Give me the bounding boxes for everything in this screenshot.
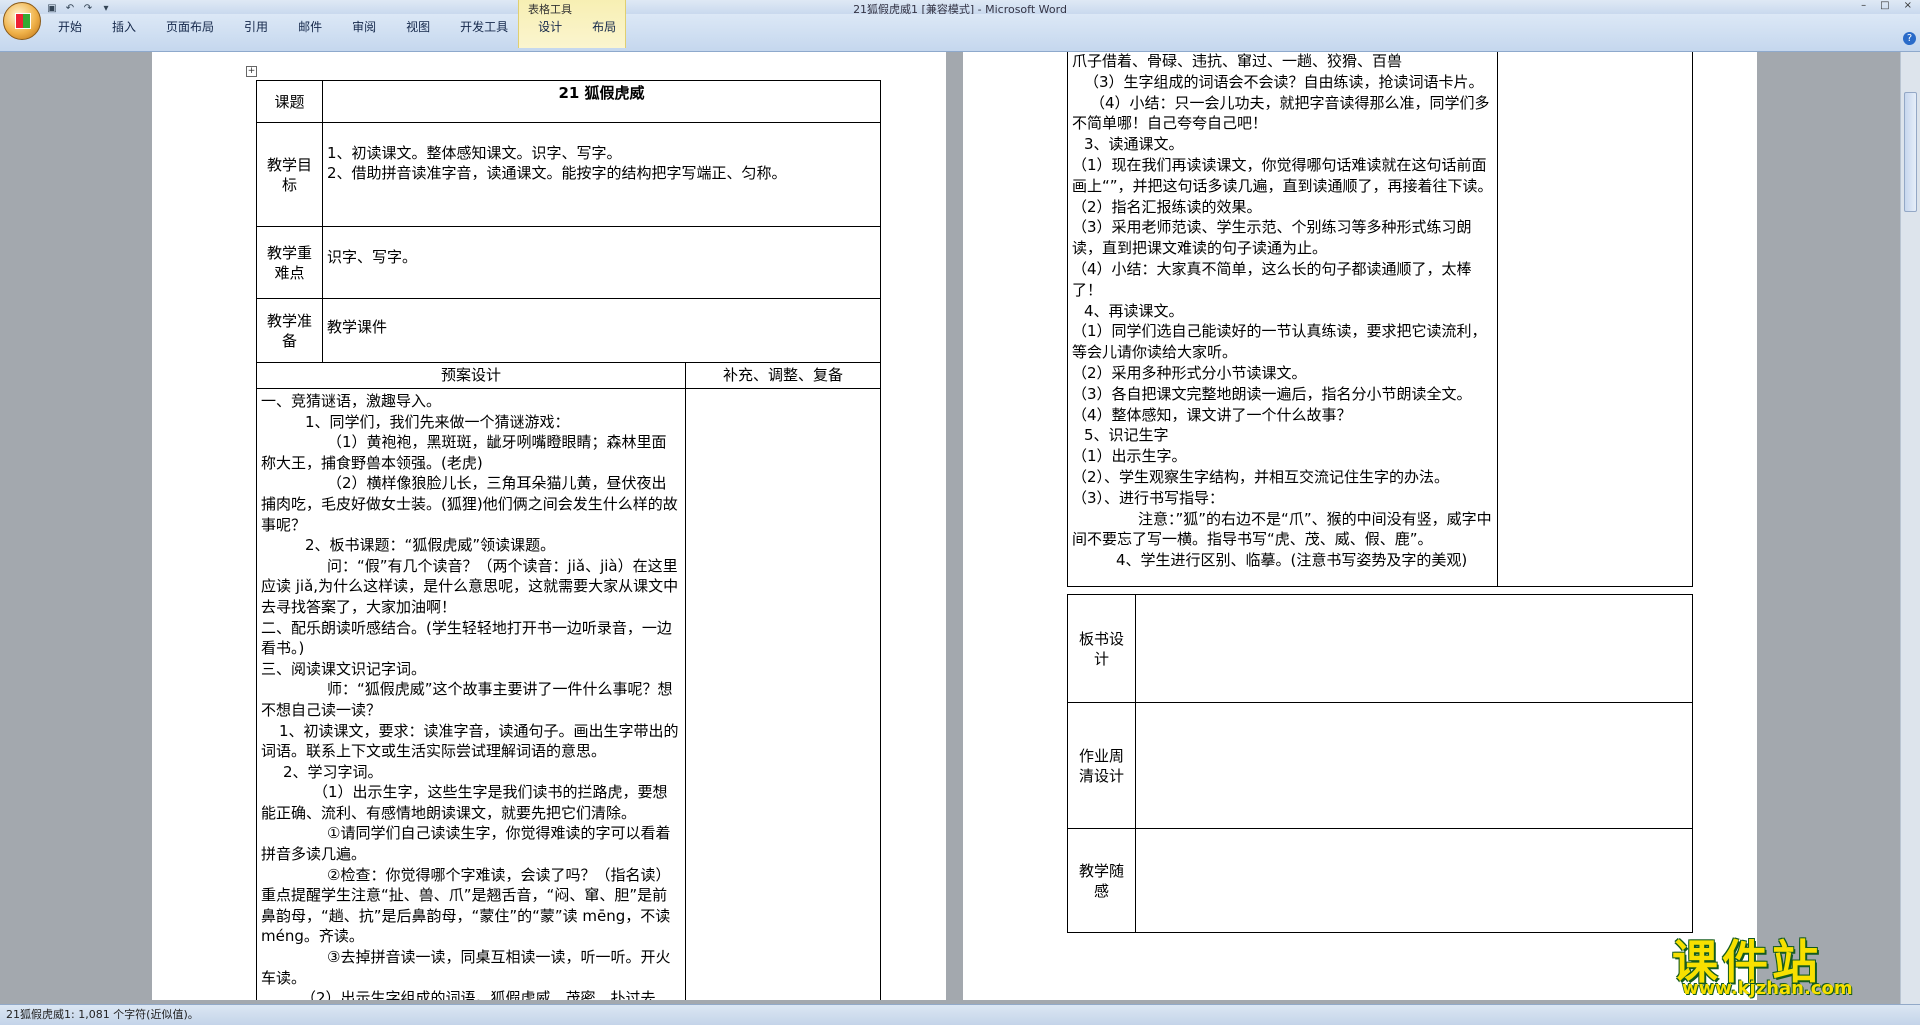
body-paragraph: ②检查：你觉得哪个字难读，会读了吗？（指名读）重点提醒学生注意“扯、兽、爪”是翘…	[261, 865, 671, 946]
footer-table: 板书设计 作业周清设计 教学随感	[1067, 594, 1693, 933]
close-button[interactable]: ×	[1904, 0, 1912, 11]
body-paragraph: 问：“假”有几个读音？（两个读音：jiǎ、jià）在这里应读 jiǎ,为什么这样…	[261, 556, 679, 616]
key-value: 识字、写字。	[321, 226, 882, 299]
office-logo-icon	[15, 13, 31, 29]
homework-cell	[1135, 702, 1693, 829]
vertical-scrollbar[interactable]	[1900, 52, 1920, 1004]
body-paragraph: （1）出示生字，这些生字是我们读书的拦路虎，要想能正确、流利、有感情地朗读课文，…	[261, 783, 668, 822]
undo-icon[interactable]: ↶	[64, 3, 76, 14]
body-paragraph: 2、学习字词。	[283, 762, 383, 781]
goal-cell: 1、初读课文。整体感知课文。识字、写字。 2、借助拼音读准字音，读通课文。能按字…	[321, 122, 882, 227]
board-cell	[1135, 594, 1693, 703]
tab-review[interactable]: 审阅	[352, 16, 376, 38]
body-paragraph: （4）小结：只一会儿功夫，就把字音读得那么准，同学们多不简单哪！自己夸夸自己吧！	[1072, 93, 1490, 133]
body-paragraph: （4）整体感知，课文讲了一个什么故事？	[1072, 405, 1352, 424]
body-paragraph: 4、学生进行区别、临摹。(注意书写姿势及字的美观)	[1116, 551, 1468, 570]
status-bar: 21狐假虎威1: 1,081 个字符(近似值)。	[0, 1004, 1920, 1025]
word-count-status[interactable]: 21狐假虎威1: 1,081 个字符(近似值)。	[6, 1008, 199, 1021]
window-controls: – □ ×	[1861, 0, 1912, 11]
body-paragraph: 一、竞猜谜语，激趣导入。	[261, 392, 442, 410]
minimize-button[interactable]: –	[1861, 0, 1866, 11]
tab-developer[interactable]: 开发工具	[460, 16, 508, 38]
tab-insert[interactable]: 插入	[112, 16, 136, 38]
document-page-1[interactable]: + 课题 21 狐假虎威 教学目标 1、初读课文。整体感知课文。识字、写字。 2…	[152, 52, 946, 1000]
goal-line: 2、借助拼音读准字音，读通课文。能按字的结构把字写端正、匀称。	[327, 164, 787, 182]
body-paragraph: 3、读通课文。	[1084, 135, 1184, 154]
body-paragraph: 爪子借着、骨碌、违抗、窜过、一趟、狡猾、百兽	[1072, 52, 1403, 70]
tab-design[interactable]: 设计	[538, 16, 562, 38]
body-paragraph: （2）出示生字组成的词语。狐假虎威、茂密、扑过去、	[301, 989, 671, 1000]
customize-qat-icon[interactable]: ▾	[100, 3, 112, 14]
body-paragraph: （1）出示生字。	[1072, 447, 1187, 466]
prep-label: 教学准备	[256, 298, 323, 363]
homework-label: 作业周清设计	[1067, 702, 1136, 829]
body-paragraph: （2）横样像狼脸儿长，三角耳朵猫儿黄，昼伏夜出捕肉吃，毛皮好做女士装。(狐狸)他…	[261, 474, 678, 534]
body-paragraph: （3）生字组成的词语会不会读？自由练读，抢读词语卡片。	[1084, 72, 1484, 91]
prep-value: 教学课件	[321, 298, 882, 363]
goal-label: 教学目标	[256, 122, 323, 227]
body-paragraph: （1）黄袍袍，黑斑斑，龇牙咧嘴瞪眼睛；森林里面称大王，捕食野兽本领强。(老虎)	[261, 433, 667, 472]
design-body: 一、竞猜谜语，激趣导入。 1、同学们，我们先来做一个猜谜游戏： （1）黄袍袍，黑…	[256, 388, 686, 1000]
reflect-label: 教学随感	[1067, 828, 1136, 933]
redo-icon[interactable]: ↷	[82, 3, 94, 14]
body-paragraph: 2、板书课题：“狐假虎威”领读课题。	[305, 536, 556, 555]
office-button[interactable]	[3, 2, 41, 40]
title-bar: 21狐假虎威1 [兼容模式] - Microsoft Word – □ ×	[0, 0, 1920, 16]
title-label: 课题	[256, 80, 323, 123]
body-paragraph: （2）、学生观察生字结构，并相互交流记住生字的办法。	[1072, 467, 1450, 486]
body-paragraph: （4）小结：大家真不简单，这么长的句子都读通顺了，太棒了！	[1072, 259, 1472, 299]
body-paragraph: ③去掉拼音读一读，同桌互相读一读，听一听。开火车读。	[261, 948, 671, 987]
tab-home[interactable]: 开始	[58, 16, 82, 38]
document-page-2[interactable]: 爪子借着、骨碌、违抗、窜过、一趟、狡猾、百兽 （3）生字组成的词语会不会读？自由…	[963, 52, 1757, 1000]
body-paragraph: 1、同学们，我们先来做一个猜谜游戏：	[305, 412, 570, 431]
tab-mailings[interactable]: 邮件	[298, 16, 322, 38]
adjust-cell	[684, 388, 882, 1000]
body-paragraph: 5、识记生字	[1084, 426, 1169, 445]
table-move-handle-icon[interactable]: +	[246, 66, 257, 77]
adjust-cell-cont	[1497, 52, 1693, 587]
site-watermark: 课件站 www.kjzhan.com	[1672, 926, 1902, 1004]
body-paragraph: （1）现在我们再读读课文，你觉得哪句话难读就在这句话前面画上“”，并把这句话多读…	[1072, 155, 1493, 195]
design-body-cont: 爪子借着、骨碌、违抗、窜过、一趟、狡猾、百兽 （3）生字组成的词语会不会读？自由…	[1067, 52, 1498, 587]
body-paragraph: 注意：”狐”的右边不是“爪”、猴的中间没有竖，威字中间不要忘了写一横。指导书写“…	[1072, 509, 1492, 549]
body-paragraph: （3）各自把课文完整地朗读一遍后，指名分小节朗读全文。	[1072, 384, 1472, 403]
reflect-cell	[1135, 828, 1693, 933]
goal-line: 1、初读课文。整体感知课文。识字、写字。	[327, 144, 622, 162]
tab-layout[interactable]: 布局	[592, 16, 616, 38]
body-paragraph: （2）采用多种形式分小节读课文。	[1072, 363, 1307, 382]
lesson-plan-table: 课题 21 狐假虎威 教学目标 1、初读课文。整体感知课文。识字、写字。 2、借…	[256, 80, 882, 1000]
body-paragraph: （2）指名汇报练读的效果。	[1072, 197, 1262, 216]
body-paragraph: 4、再读课文。	[1084, 301, 1184, 320]
body-paragraph: （1）同学们选自己能读好的一节认真练读，要求把它读流利，等会儿请你读给大家听。	[1072, 322, 1487, 362]
quick-access-toolbar: ▣ ↶ ↷ ▾	[46, 2, 112, 14]
col-header-adjust: 补充、调整、复备	[684, 362, 882, 389]
scroll-thumb[interactable]	[1904, 92, 1917, 212]
body-paragraph: 二、配乐朗读听感结合。(学生轻轻地打开书一边听录音，一边看书。)	[261, 618, 672, 658]
lesson-title: 21 狐假虎威	[321, 80, 882, 123]
maximize-button[interactable]: □	[1880, 0, 1889, 11]
tab-references[interactable]: 引用	[244, 16, 268, 38]
body-paragraph: （3）、进行书写指导：	[1072, 488, 1225, 507]
body-paragraph: （3）采用老师范读、学生示范、个别练习等多种形式练习朗读，直到把课文难读的句子读…	[1072, 218, 1472, 258]
table-tools-label: 表格工具	[528, 3, 572, 16]
board-label: 板书设计	[1067, 594, 1136, 703]
watermark-url: www.kjzhan.com	[1682, 978, 1853, 999]
tab-page-layout[interactable]: 页面布局	[166, 16, 214, 38]
save-icon[interactable]: ▣	[46, 3, 58, 14]
body-paragraph: 三、阅读课文识记字词。	[261, 659, 427, 678]
key-label: 教学重难点	[256, 226, 323, 299]
help-icon[interactable]: ?	[1903, 32, 1916, 45]
tab-view[interactable]: 视图	[406, 16, 430, 38]
body-paragraph: ①请同学们自己读读生字，你觉得难读的字可以看着拼音多读几遍。	[261, 824, 671, 864]
body-paragraph: 1、初读课文，要求：读准字音，读通句子。画出生字带出的词语。联系上下文或生活实际…	[261, 721, 679, 761]
body-paragraph: 师：“狐假虎威”这个故事主要讲了一件什么事呢？想不想自己读一读？	[261, 680, 673, 719]
ribbon-tabs: 开始 插入 页面布局 引用 邮件 审阅 视图 开发工具 设计 布局	[58, 16, 646, 38]
col-header-design: 预案设计	[256, 362, 686, 389]
lesson-plan-table-cont: 爪子借着、骨碌、违抗、窜过、一趟、狡猾、百兽 （3）生字组成的词语会不会读？自由…	[1067, 52, 1693, 587]
